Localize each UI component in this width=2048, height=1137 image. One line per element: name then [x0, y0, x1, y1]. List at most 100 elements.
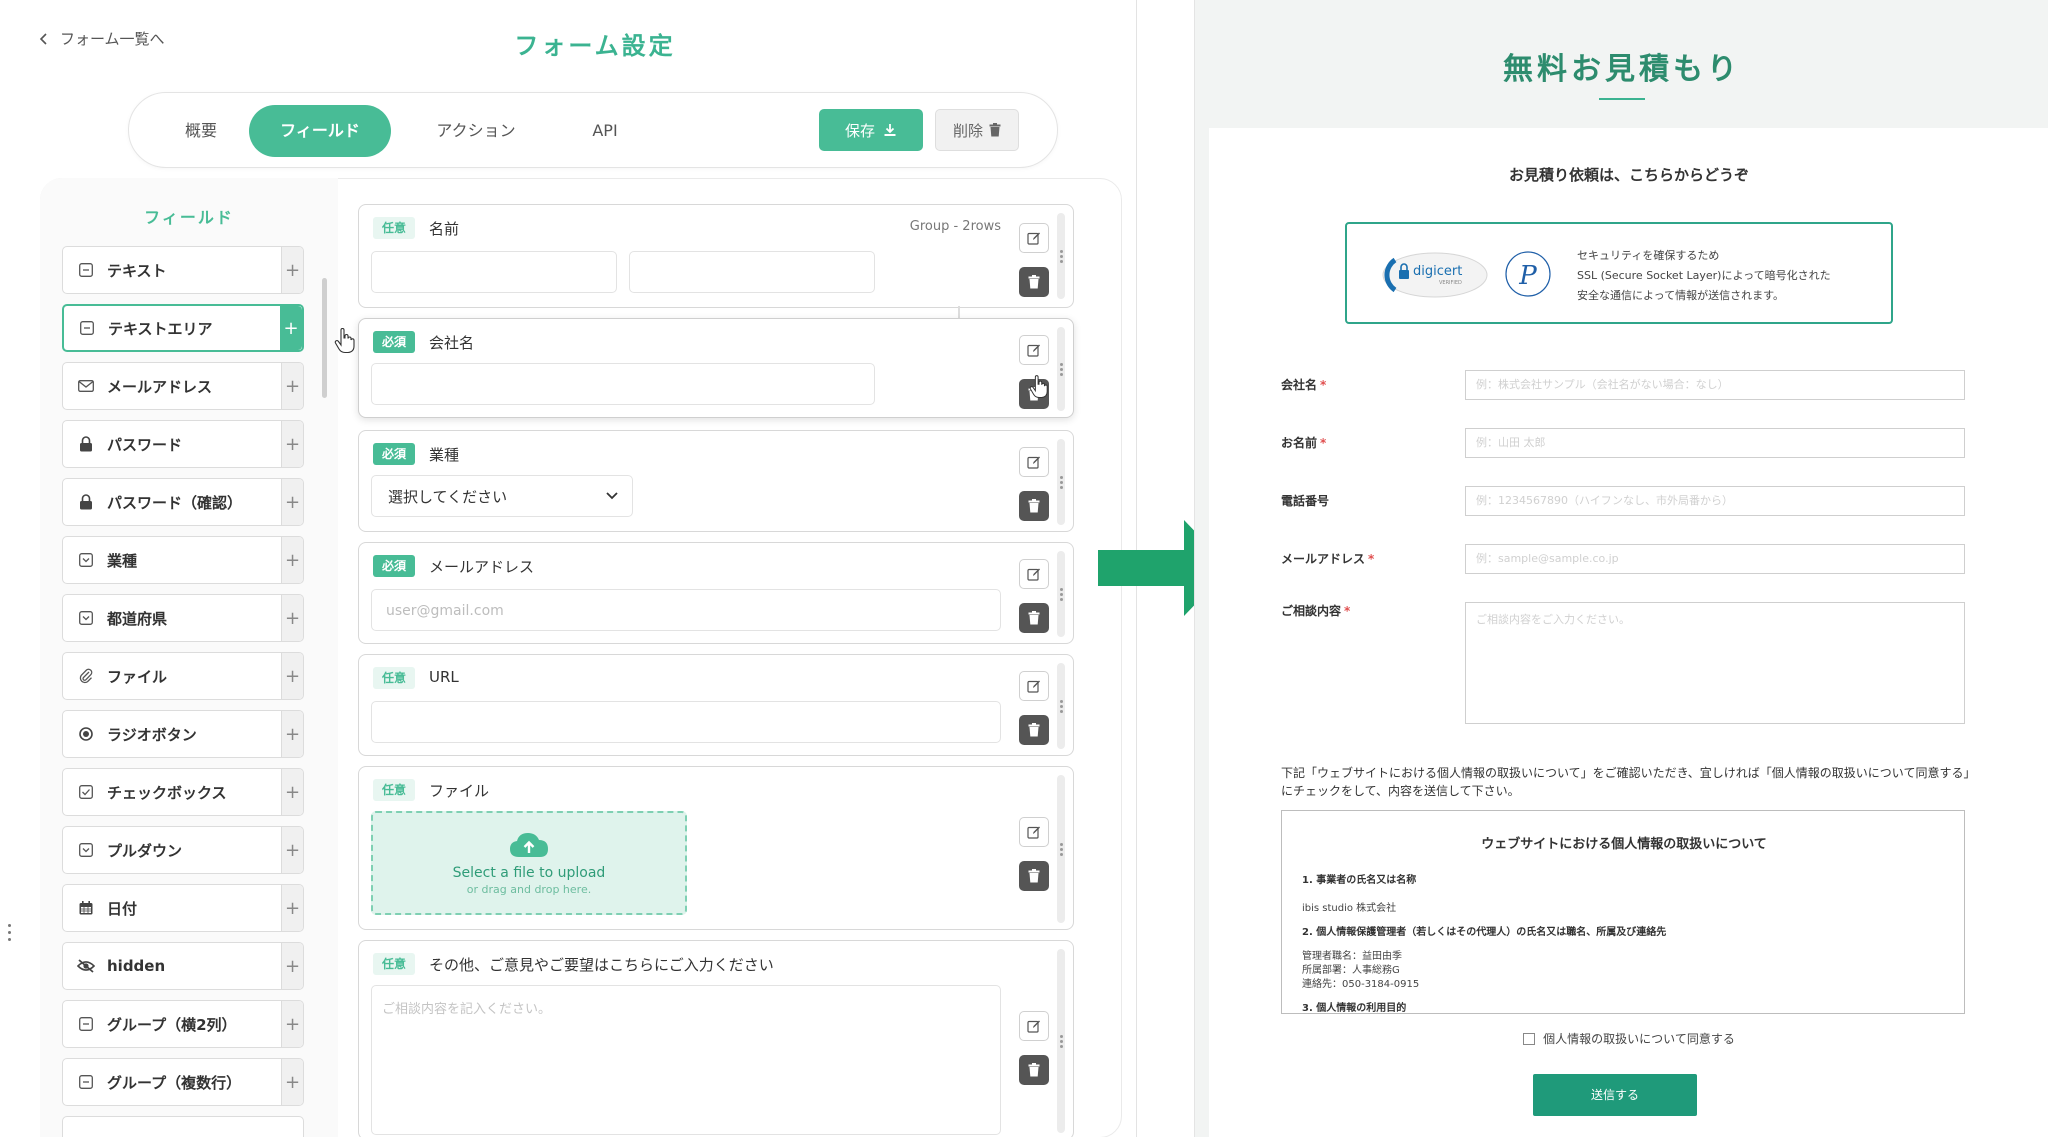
agree-row: 個人情報の取扱いについて同意する — [1209, 1030, 2048, 1047]
field-card-email[interactable]: 必須 メールアドレス user@gmail.com — [358, 542, 1074, 644]
select-value: 選択してください — [388, 488, 508, 506]
cloud-upload-icon — [510, 832, 548, 857]
add-field-plus-icon[interactable]: + — [281, 1059, 303, 1105]
trash-button[interactable] — [1019, 491, 1049, 521]
palette-item-pulldown[interactable]: プルダウン + — [62, 826, 304, 874]
palette-item-label: hidden — [107, 957, 166, 975]
palette-item-label: プルダウン — [107, 841, 183, 860]
add-field-plus-icon[interactable]: + — [281, 363, 303, 409]
add-field-plus-icon[interactable]: + — [281, 247, 303, 293]
add-field-plus-icon[interactable]: + — [281, 653, 303, 699]
email-label: メールアドレス * — [1281, 552, 1375, 566]
add-field-plus-icon[interactable]: + — [281, 595, 303, 641]
trash-button[interactable] — [1019, 603, 1049, 633]
palette-item-email[interactable]: メールアドレス + — [62, 362, 304, 410]
add-field-plus-icon[interactable]: + — [281, 827, 303, 873]
drag-handle[interactable] — [1057, 439, 1065, 525]
add-field-plus-icon[interactable]: + — [281, 1001, 303, 1047]
palette-item-password[interactable]: パスワード + — [62, 420, 304, 468]
field-card-url[interactable]: 任意 URL — [358, 654, 1074, 756]
palette-item-hidden[interactable]: hidden + — [62, 942, 304, 990]
email-input[interactable]: user@gmail.com — [371, 589, 1001, 631]
add-field-plus-icon[interactable]: + — [281, 943, 303, 989]
drag-handle[interactable] — [1057, 949, 1065, 1133]
field-card-other[interactable]: 任意 その他、ご意見やご要望はこちらにご入力ください ご相談内容を記入ください。 — [358, 940, 1074, 1137]
palette-item-date[interactable]: 日付 + — [62, 884, 304, 932]
edit-button[interactable] — [1019, 447, 1049, 477]
edit-button[interactable] — [1019, 223, 1049, 253]
group-icon — [77, 1073, 95, 1091]
email-input-preview[interactable]: 例：sample@sample.co.jp — [1465, 544, 1965, 574]
inquiry-label: ご相談内容 * — [1281, 604, 1351, 618]
phone-input[interactable]: 例：1234567890（ハイフンなし、市外局番から） — [1465, 486, 1965, 516]
upload-sub-text: or drag and drop here. — [466, 882, 592, 896]
other-textarea[interactable]: ご相談内容を記入ください。 — [371, 985, 1001, 1135]
calendar-icon — [77, 899, 95, 917]
palette-item-industry[interactable]: 業種 + — [62, 536, 304, 584]
field-label: 名前 — [429, 220, 460, 238]
company-name-input[interactable]: 例：株式会社サンプル（会社名がない場合：なし） — [1465, 370, 1965, 400]
field-card-company[interactable]: 必須 会社名 — [358, 318, 1074, 418]
tab-api[interactable]: API — [545, 105, 665, 157]
ssl-notice-text: セキュリティを確保するため SSL (Secure Socket Layer)に… — [1577, 246, 1831, 306]
inquiry-textarea[interactable]: ご相談内容をご入力ください。 — [1465, 602, 1965, 724]
tab-fields[interactable]: フィールド — [249, 105, 391, 157]
palette-item-radio[interactable]: ラジオボタン + — [62, 710, 304, 758]
company-input[interactable] — [371, 363, 875, 405]
palette-item-password-confirm[interactable]: パスワード（確認） + — [62, 478, 304, 526]
palette-item-prefecture[interactable]: 都道府県 + — [62, 594, 304, 642]
privacy-policy-box[interactable]: ウェブサイトにおける個人情報の取扱いについて 1. 事業者の氏名又は名称 ibi… — [1281, 810, 1965, 1014]
add-field-plus-icon[interactable]: + — [281, 537, 303, 583]
drag-handle[interactable] — [1057, 551, 1065, 637]
add-field-plus-icon[interactable]: + — [280, 306, 302, 350]
add-field-plus-icon[interactable]: + — [281, 711, 303, 757]
edit-button[interactable] — [1019, 335, 1049, 365]
trash-button[interactable] — [1019, 267, 1049, 297]
palette-item-file[interactable]: ファイル + — [62, 652, 304, 700]
palette-item-group-multirow[interactable]: グループ（複数行） + — [62, 1058, 304, 1106]
palette-item-partial[interactable] — [62, 1116, 304, 1137]
palette-item-checkbox[interactable]: チェックボックス + — [62, 768, 304, 816]
field-card-industry[interactable]: 必須 業種 選択してください — [358, 430, 1074, 532]
full-name-input[interactable]: 例：山田 太郎 — [1465, 428, 1965, 458]
edit-button[interactable] — [1019, 559, 1049, 589]
edit-button[interactable] — [1019, 1011, 1049, 1041]
field-group-note: Group - 2rows — [909, 219, 1001, 234]
field-label: 会社名 — [429, 334, 475, 352]
drag-handle[interactable] — [1057, 213, 1065, 299]
palette-item-group-2col[interactable]: グループ（横2列） + — [62, 1000, 304, 1048]
industry-select[interactable]: 選択してください — [371, 475, 633, 517]
delete-button-label: 削除 — [952, 121, 983, 140]
add-field-plus-icon[interactable]: + — [281, 421, 303, 467]
delete-button[interactable]: 削除 — [935, 109, 1019, 151]
palette-item-textarea[interactable]: テキストエリア + — [62, 304, 304, 352]
name-input-last[interactable] — [629, 251, 875, 293]
add-field-plus-icon[interactable]: + — [281, 479, 303, 525]
tab-actions[interactable]: アクション — [401, 105, 551, 157]
file-upload-dropzone[interactable]: Select a file to upload or drag and drop… — [371, 811, 687, 915]
url-input[interactable] — [371, 701, 1001, 743]
add-field-plus-icon[interactable]: + — [281, 769, 303, 815]
trash-button[interactable] — [1019, 861, 1049, 891]
drag-handle[interactable] — [1057, 327, 1065, 411]
drag-handle[interactable] — [1057, 663, 1065, 749]
submit-button[interactable]: 送信する — [1533, 1074, 1697, 1116]
agree-checkbox[interactable] — [1523, 1032, 1536, 1045]
edit-button[interactable] — [1019, 671, 1049, 701]
add-field-plus-icon[interactable]: + — [281, 885, 303, 931]
side-menu-handle[interactable] — [8, 924, 12, 942]
name-input-first[interactable] — [371, 251, 617, 293]
field-card-name[interactable]: 任意 名前 Group - 2rows — [358, 204, 1074, 308]
palette-scrollbar[interactable] — [322, 278, 327, 398]
grip-dots-icon — [1059, 1039, 1063, 1043]
radio-icon — [77, 725, 95, 743]
back-to-forms-link[interactable]: フォーム一覧へ — [38, 28, 165, 49]
edit-button[interactable] — [1019, 817, 1049, 847]
save-button[interactable]: 保存 — [819, 109, 923, 151]
tab-overview[interactable]: 概要 — [141, 105, 261, 157]
trash-button[interactable] — [1019, 1055, 1049, 1085]
field-card-file[interactable]: 任意 ファイル Select a file to upload or drag … — [358, 766, 1074, 930]
drag-handle[interactable] — [1057, 775, 1065, 923]
trash-button[interactable] — [1019, 715, 1049, 745]
palette-item-text[interactable]: テキスト + — [62, 246, 304, 294]
